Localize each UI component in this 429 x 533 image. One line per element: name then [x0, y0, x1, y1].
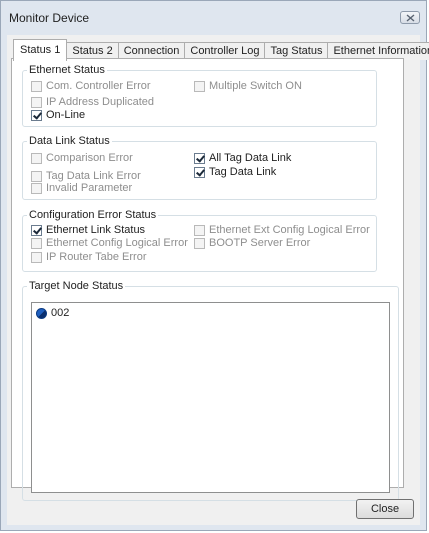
com-controller-error-checkbox[interactable]: Com. Controller Error — [31, 80, 151, 92]
data-link-status-label: Data Link Status — [27, 135, 112, 147]
ethernet-config-logical-error-checkbox[interactable]: Ethernet Config Logical Error — [31, 237, 188, 249]
checkbox-box — [194, 80, 205, 92]
ip-router-table-error-checkbox[interactable]: IP Router Tabe Error — [31, 251, 146, 263]
checkbox-box — [31, 237, 42, 249]
checkbox-label: Invalid Parameter — [46, 182, 133, 194]
checkbox-label: Comparison Error — [46, 152, 133, 164]
checkbox-label: Tag Data Link — [209, 166, 277, 178]
close-icon — [406, 14, 415, 22]
dialog-client: Status 1 Status 2 Connection Controller … — [7, 35, 429, 525]
ip-address-duplicated-checkbox[interactable]: IP Address Duplicated — [31, 96, 154, 108]
all-tag-data-link-checkbox[interactable]: All Tag Data Link — [194, 152, 291, 164]
data-link-status-group: Data Link Status Comparison Error Tag Da… — [22, 135, 377, 200]
title-bar: Monitor Device — [1, 1, 426, 31]
multiple-switch-on-checkbox[interactable]: Multiple Switch ON — [194, 80, 302, 92]
ethernet-status-group: Ethernet Status Com. Controller Error IP… — [22, 64, 377, 127]
comparison-error-checkbox[interactable]: Comparison Error — [31, 152, 133, 164]
checkbox-label: Tag Data Link Error — [46, 170, 141, 182]
checkbox-box-checked — [31, 224, 42, 236]
window-close-button[interactable] — [400, 11, 420, 24]
checkbox-box — [31, 152, 42, 164]
window-title: Monitor Device — [9, 11, 90, 25]
configuration-error-status-group: Configuration Error Status Ethernet Link… — [22, 209, 377, 272]
checkbox-box — [194, 237, 205, 249]
checkbox-box-checked — [194, 152, 205, 164]
bootp-server-error-checkbox[interactable]: BOOTP Server Error — [194, 237, 310, 249]
monitor-device-dialog: Monitor Device Status 1 Status 2 Connect… — [0, 0, 429, 531]
tag-data-link-error-checkbox[interactable]: Tag Data Link Error — [31, 170, 141, 182]
close-button[interactable]: Close — [356, 499, 414, 519]
tab-status-1[interactable]: Status 1 — [13, 39, 68, 61]
checkbox-box-checked — [31, 109, 42, 121]
checkbox-label: Ethernet Link Status — [46, 224, 146, 236]
checkbox-box — [31, 96, 42, 108]
configuration-error-status-label: Configuration Error Status — [27, 209, 159, 221]
tab-strip: Status 1 Status 2 Connection Controller … — [13, 39, 429, 61]
checkbox-box-checked — [194, 166, 205, 178]
target-node-list[interactable]: 002 — [31, 302, 390, 493]
node-status-icon — [36, 307, 47, 319]
checkbox-box — [31, 80, 42, 92]
checkbox-label: Multiple Switch ON — [209, 80, 302, 92]
target-node-status-group: Target Node Status 002 — [22, 280, 399, 501]
checkbox-label: BOOTP Server Error — [209, 237, 311, 249]
target-node-item[interactable]: 002 — [36, 307, 69, 319]
checkbox-label: IP Address Duplicated — [46, 96, 155, 108]
checkbox-box — [31, 170, 42, 182]
target-node-label: 002 — [51, 307, 70, 319]
ethernet-link-status-checkbox[interactable]: Ethernet Link Status — [31, 224, 145, 236]
ethernet-status-label: Ethernet Status — [27, 64, 107, 76]
checkbox-label: All Tag Data Link — [209, 152, 292, 164]
checkbox-label: IP Router Tabe Error — [46, 251, 147, 263]
checkbox-label: On-Line — [46, 109, 86, 121]
checkbox-box — [31, 182, 42, 194]
status-1-panel: Ethernet Status Com. Controller Error IP… — [11, 58, 404, 501]
tag-data-link-checkbox[interactable]: Tag Data Link — [194, 166, 276, 178]
checkbox-box — [194, 224, 205, 236]
checkbox-box — [31, 251, 42, 263]
checkbox-label: Ethernet Config Logical Error — [46, 237, 188, 249]
checkbox-label: Com. Controller Error — [46, 80, 151, 92]
target-node-status-label: Target Node Status — [27, 280, 126, 292]
on-line-checkbox[interactable]: On-Line — [31, 109, 85, 121]
checkbox-label: Ethernet Ext Config Logical Error — [209, 224, 370, 236]
invalid-parameter-checkbox[interactable]: Invalid Parameter — [31, 182, 132, 194]
ethernet-ext-config-logical-error-checkbox[interactable]: Ethernet Ext Config Logical Error — [194, 224, 370, 236]
